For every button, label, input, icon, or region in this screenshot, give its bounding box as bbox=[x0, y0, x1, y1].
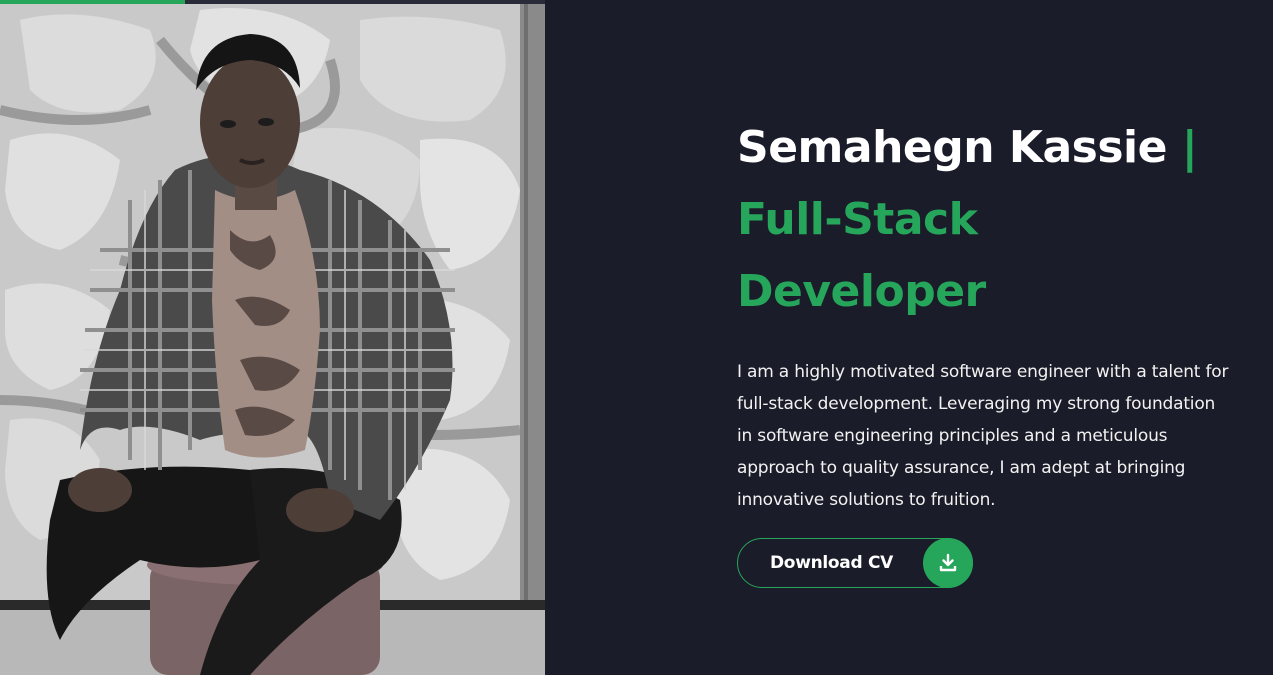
download-cv-label: Download CV bbox=[770, 553, 893, 573]
hero-title: Semahegn Kassie | bbox=[737, 112, 1237, 184]
title-separator: | bbox=[1181, 122, 1198, 173]
bio-paragraph: I am a highly motivated software enginee… bbox=[737, 362, 1229, 510]
profile-photo bbox=[0, 0, 545, 675]
scroll-progress-fill bbox=[0, 0, 186, 4]
developer-name: Semahegn Kassie bbox=[737, 122, 1167, 173]
scroll-progress-bar bbox=[0, 0, 545, 4]
download-cv-button[interactable]: Download CV bbox=[737, 538, 973, 588]
download-icon bbox=[923, 538, 973, 588]
hero-content: Semahegn Kassie | Full-Stack Developer I… bbox=[737, 112, 1237, 588]
role-title-line2: Developer bbox=[737, 266, 986, 317]
role-title-line1: Full-Stack bbox=[737, 194, 978, 245]
